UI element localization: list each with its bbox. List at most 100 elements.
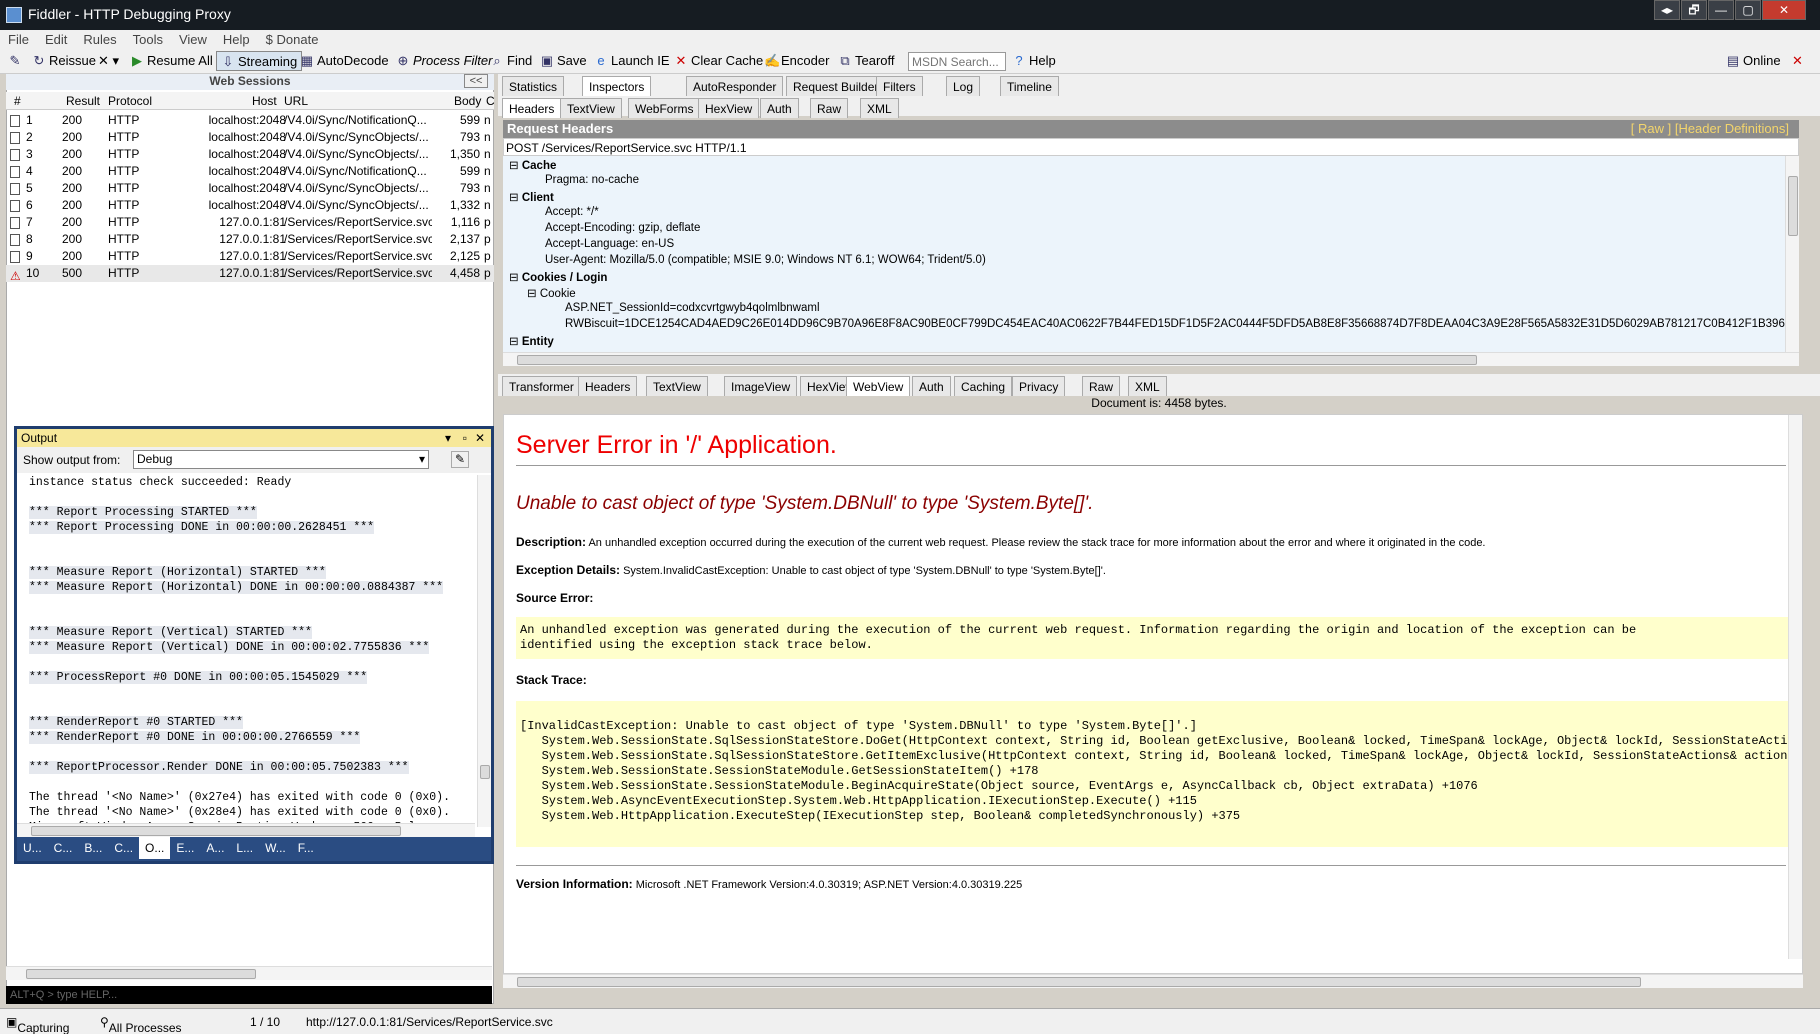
close-button[interactable]: ✕ [1762,0,1806,20]
output-source-select[interactable]: Debug ▾ [133,450,429,469]
maximize-button[interactable]: ▢ [1735,0,1761,20]
request-hscroll[interactable] [503,352,1799,366]
header-links[interactable]: [ Raw ] [Header Definitions] [1631,120,1789,138]
process-filter-button[interactable]: ⊕ Process Filter [396,51,493,71]
resume-all-button[interactable]: ▶ Resume All [130,51,213,71]
tab-statistics[interactable]: Statistics [502,76,565,96]
output-tab[interactable]: F... [292,837,320,859]
tab-textview[interactable]: TextView [646,376,708,396]
streaming-button[interactable]: ⇩ Streaming [216,51,303,71]
col-result[interactable]: Result [66,94,100,108]
table-row[interactable]: 7 200 HTTP 127.0.0.1:81/Services/ReportServ… [6,214,494,231]
menu-edit[interactable]: Edit [37,30,75,49]
table-row[interactable]: 8 200 HTTP 127.0.0.1:81/Services/ReportServ… [6,231,494,248]
tab-auth[interactable]: Auth [760,98,799,118]
encoder-button[interactable]: ✍Encoder [764,51,829,71]
table-row[interactable]: 4 200 HTTP localhost:2048/V4.0i/Sync/Notifi… [6,163,494,180]
tree-client[interactable]: ⊟ Client [509,190,554,204]
help-button[interactable]: ? Help [1012,51,1055,71]
col-host[interactable]: Host [252,94,277,108]
col-protocol[interactable]: Protocol [108,94,152,108]
save-button[interactable]: ▣ Save [540,51,587,71]
menu-view[interactable]: View [171,30,215,49]
webview-vscroll[interactable] [1788,415,1802,959]
tab-privacy[interactable]: Privacy [1012,376,1066,396]
tab-xml[interactable]: XML [860,98,899,118]
collapse-button[interactable]: << [464,74,488,88]
sessions-hscroll[interactable] [6,966,492,980]
close-toolbar-icon[interactable]: ✕ [1792,51,1803,71]
comment-icon[interactable]: ✎ [8,51,25,71]
maximize-icon[interactable]: ▫ [463,429,467,447]
tab-headers[interactable]: Headers [502,98,562,118]
table-row[interactable]: 3 200 HTTP localhost:2048/V4.0i/Sync/SyncOb… [6,146,494,163]
tab-webview[interactable]: WebView [846,376,911,396]
output-tab[interactable]: U... [17,837,48,859]
autodecode-button[interactable]: ▦ AutoDecode [300,51,389,71]
restore-icon[interactable]: 🗗 [1681,0,1707,20]
tab-timeline[interactable]: Timeline [1000,76,1059,96]
process-filter-indicator[interactable]: ⚲ All Processes [100,1015,182,1034]
tab-textview[interactable]: TextView [560,98,622,118]
tab-hexview[interactable]: HexView [698,98,760,118]
tab-xml[interactable]: XML [1128,376,1167,396]
menu-rules[interactable]: Rules [75,30,124,49]
minimize-button[interactable]: — [1708,0,1734,20]
output-hscroll[interactable] [17,823,475,837]
output-tab[interactable]: C... [48,837,79,859]
tab-raw[interactable]: Raw [1082,376,1121,396]
dropdown-icon[interactable]: ▾ [445,429,451,447]
tab-caching[interactable]: Caching [954,376,1013,396]
col-caching[interactable]: C [486,94,495,108]
tree-cookies[interactable]: ⊟ Cookies / Login [509,270,607,284]
tab-log[interactable]: Log [946,76,981,96]
output-tab[interactable]: A... [200,837,230,859]
msdn-search-input[interactable] [908,52,1006,71]
output-tab[interactable]: W... [259,837,292,859]
quickexec-input[interactable]: ALT+Q > type HELP... [6,986,492,1004]
tearoff-button[interactable]: ⧉ Tearoff [838,51,894,71]
clear-output-icon[interactable]: ✎ [451,451,469,468]
reissue-button[interactable]: ↻ Reissue [32,51,96,71]
menu-donate[interactable]: $ Donate [258,30,327,49]
output-vscroll[interactable] [477,475,491,827]
tab-auth[interactable]: Auth [912,376,951,396]
menu-file[interactable]: File [0,30,37,49]
menu-help[interactable]: Help [215,30,258,49]
tab-webforms[interactable]: WebForms [628,98,701,118]
launch-ie-button[interactable]: e Launch IE [594,51,669,71]
remove-button[interactable]: ✕ ▾ [98,51,119,71]
output-tab[interactable]: C... [108,837,139,859]
request-vscroll[interactable] [1785,156,1799,352]
table-row[interactable]: 1 200 HTTP localhost:2048/V4.0i/Sync/Notifi… [6,112,494,129]
table-row[interactable]: 9 200 HTTP 127.0.0.1:81/Services/ReportServ… [6,248,494,265]
tab-filters[interactable]: Filters [876,76,923,96]
col-body[interactable]: Body [454,94,481,108]
tree-entity[interactable]: ⊟ Entity [509,334,554,348]
capturing-indicator[interactable]: ▣ Capturing [6,1015,69,1034]
menu-tools[interactable]: Tools [125,30,171,49]
nav-arrows-button[interactable]: ◂▸ [1654,0,1680,20]
tab-imageview[interactable]: ImageView [724,376,798,396]
output-tab[interactable]: B... [78,837,108,859]
find-button[interactable]: ⌕ Find [490,51,532,71]
clear-cache-button[interactable]: ✕ Clear Cache [674,51,764,71]
col-url[interactable]: URL [284,94,308,108]
online-indicator[interactable]: ▤ Online [1726,51,1781,71]
tree-cookie[interactable]: ⊟ Cookie [527,286,576,300]
tab-raw[interactable]: Raw [810,98,849,118]
output-tab[interactable]: O... [139,837,171,859]
tree-cache[interactable]: ⊟ Cache [509,158,556,172]
tab-request-builder[interactable]: Request Builder [786,76,886,96]
tab-autoresponder[interactable]: AutoResponder [686,76,784,96]
output-tab[interactable]: E... [170,837,200,859]
webview-hscroll[interactable] [503,974,1803,988]
tab-inspectors[interactable]: Inspectors [582,76,652,96]
tab-transformer[interactable]: Transformer [502,376,581,396]
close-icon[interactable]: ✕ [475,429,485,447]
table-row[interactable]: 6 200 HTTP localhost:2048/V4.0i/Sync/SyncOb… [6,197,494,214]
col-number[interactable]: # [14,94,21,108]
output-tab[interactable]: L... [230,837,259,859]
table-row[interactable]: 5 200 HTTP localhost:2048/V4.0i/Sync/SyncOb… [6,180,494,197]
table-row[interactable]: ⚠ 10 500 HTTP 127.0.0.1:81/Services/ReportSe… [6,265,494,282]
